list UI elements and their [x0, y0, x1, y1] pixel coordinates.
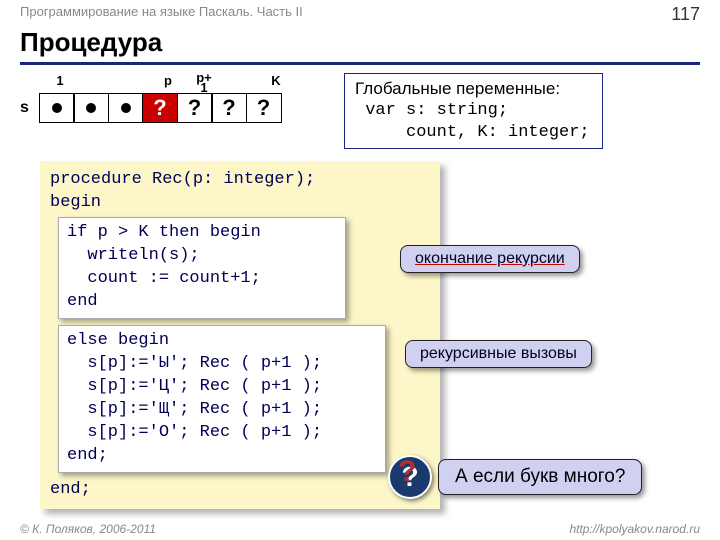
code-l1: procedure Rec(p: integer);	[50, 169, 430, 192]
code-box-2: else begin s[p]:='Ы'; Rec ( p+1 ); s[p]:…	[58, 325, 386, 473]
code-end: end;	[50, 479, 430, 502]
code-b1-l1: if p > K then begin	[67, 222, 337, 245]
title-underline	[20, 62, 700, 65]
code-b2-l4: s[p]:='Щ'; Rec ( p+1 );	[67, 399, 377, 422]
slide-title: Процедура	[0, 25, 720, 62]
code-b1-l3: count := count+1;	[67, 268, 337, 291]
array-label-1: 1	[42, 73, 78, 93]
code-b1-l4: end	[67, 291, 337, 314]
code-b2-l6: end;	[67, 445, 377, 468]
slide-footer: © К. Поляков, 2006-2011 http://kpolyakov…	[20, 522, 700, 536]
cell-dot-3	[108, 93, 144, 123]
cell-red-q: ?	[142, 93, 178, 123]
code-block: procedure Rec(p: integer); begin if p > …	[40, 161, 440, 509]
globals-line1: Глобальные переменные:	[355, 78, 590, 100]
globals-box: Глобальные переменные: var s: string; co…	[344, 73, 603, 149]
array-diagram: 1 p p+1 K s ? ? ? ?	[20, 73, 294, 149]
footer-copyright: © К. Поляков, 2006-2011	[20, 522, 156, 536]
globals-line2: var s: string;	[355, 100, 590, 122]
code-b2-l1: else begin	[67, 330, 377, 353]
code-l2: begin	[50, 192, 430, 215]
cell-dot-2	[73, 93, 109, 123]
question-text: А если букв много?	[438, 459, 642, 495]
code-b2-l5: s[p]:='О'; Rec ( p+1 );	[67, 422, 377, 445]
cell-q3: ?	[246, 93, 282, 123]
array-label-s: s	[20, 99, 40, 117]
page-number: 117	[671, 4, 700, 25]
array-label-k: K	[258, 73, 294, 93]
callout-recursion-end: окончание рекурсии	[400, 245, 580, 273]
header-subtitle: Программирование на языке Паскаль. Часть…	[20, 4, 303, 25]
globals-line3: count, K: integer;	[355, 122, 590, 144]
array-label-p1: p+1	[186, 73, 222, 93]
code-b2-l2: s[p]:='Ы'; Rec ( p+1 );	[67, 353, 377, 376]
code-b1-l2: writeln(s);	[67, 245, 337, 268]
cell-q2: ?	[211, 93, 247, 123]
question-icon: ?	[388, 455, 432, 499]
top-row: 1 p p+1 K s ? ? ? ? Глобальные переменны…	[0, 73, 720, 149]
slide-header: Программирование на языке Паскаль. Часть…	[0, 0, 720, 25]
cell-dot-1	[39, 93, 75, 123]
array-label-p: p	[150, 73, 186, 93]
footer-url: http://kpolyakov.narod.ru	[569, 522, 700, 536]
code-box-1: if p > K then begin writeln(s); count :=…	[58, 217, 346, 319]
callout-recursive-calls: рекурсивные вызовы	[405, 340, 592, 368]
code-b2-l3: s[p]:='Ц'; Rec ( p+1 );	[67, 376, 377, 399]
cell-q1: ?	[177, 93, 213, 123]
question-row: ? А если букв много?	[388, 455, 642, 499]
